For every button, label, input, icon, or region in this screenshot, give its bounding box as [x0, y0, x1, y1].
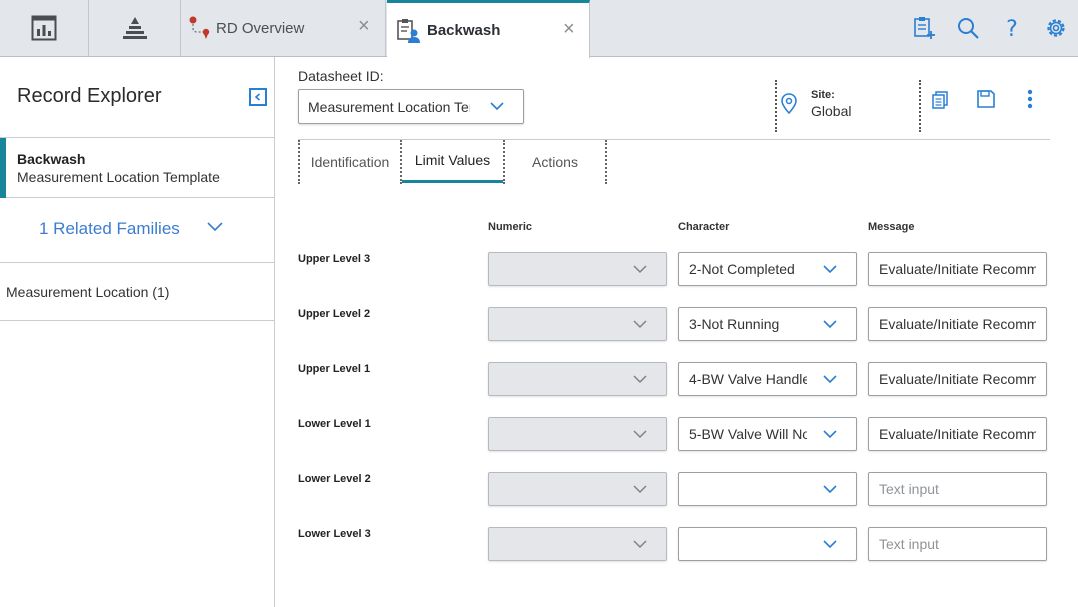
tab-divider [605, 140, 607, 184]
dashboard-icon [31, 15, 57, 41]
route-map-icon [189, 16, 210, 39]
message-input[interactable] [868, 472, 1047, 506]
numeric-select[interactable] [488, 527, 667, 561]
row-label-lower-level-1: Lower Level 1 [298, 418, 371, 430]
save-icon [977, 90, 995, 108]
copy-icon [932, 91, 948, 109]
settings-icon [1047, 19, 1065, 37]
record-family: Measurement Location Template [17, 169, 220, 185]
top-actions: ? [902, 0, 1078, 56]
character-select[interactable]: 3-Not Running [678, 307, 857, 341]
more-vertical-icon [1027, 89, 1033, 109]
character-select[interactable] [678, 527, 857, 561]
column-header-message: Message [868, 221, 915, 233]
character-value: 3-Not Running [689, 316, 780, 332]
chevron-down-icon [490, 102, 504, 111]
message-input[interactable] [868, 252, 1047, 286]
character-select[interactable]: 2-Not Completed [678, 252, 857, 286]
numeric-select[interactable] [488, 252, 667, 286]
search-button[interactable] [946, 0, 990, 56]
svg-text:?: ? [1006, 17, 1018, 40]
dashboard-tab[interactable] [0, 0, 89, 56]
row-label-lower-level-2: Lower Level 2 [298, 473, 371, 485]
datasheet-value: Measurement Location Template [308, 99, 470, 115]
message-input[interactable] [868, 527, 1047, 561]
chevron-down-icon [823, 430, 837, 439]
column-header-numeric: Numeric [488, 221, 533, 233]
divider [919, 80, 921, 132]
row-label-lower-level-3: Lower Level 3 [298, 528, 371, 540]
datasheet-select[interactable]: Measurement Location Template [298, 89, 524, 124]
new-record-icon [914, 17, 935, 39]
help-button[interactable]: ? [990, 0, 1034, 56]
tab-label: RD Overview [216, 19, 305, 37]
character-value: 4-BW Valve Handle [689, 371, 807, 387]
related-families-toggle[interactable]: 1 Related Families [0, 198, 274, 263]
site-label: Site: [811, 89, 835, 101]
site-value: Global [811, 103, 852, 119]
chevron-down-icon [823, 485, 837, 494]
new-record-button[interactable] [902, 0, 946, 56]
close-icon[interactable]: × [563, 19, 575, 39]
numeric-select[interactable] [488, 472, 667, 506]
chevron-down-icon [633, 430, 647, 439]
chevron-down-icon [823, 320, 837, 329]
panel-title: Record Explorer [17, 85, 162, 107]
numeric-select[interactable] [488, 417, 667, 451]
message-input[interactable] [868, 362, 1047, 396]
tab-actions[interactable]: Actions [505, 140, 605, 183]
list-item[interactable]: Measurement Location (1) [0, 263, 274, 321]
character-select[interactable]: 4-BW Valve Handle [678, 362, 857, 396]
hierarchy-icon [123, 17, 147, 39]
column-header-character: Character [678, 221, 730, 233]
selected-record[interactable]: Backwash Measurement Location Template [0, 137, 274, 198]
chevron-down-icon [823, 265, 837, 274]
top-tab-bar: RD Overview × Backwash × ? [0, 0, 1078, 58]
close-icon[interactable]: × [358, 16, 370, 36]
record-explorer-panel: Record Explorer Backwash Measurement Loc… [0, 57, 275, 607]
related-families-label: 1 Related Families [39, 219, 180, 238]
numeric-select[interactable] [488, 307, 667, 341]
row-label-upper-level-1: Upper Level 1 [298, 363, 371, 375]
tab-rd-overview[interactable]: RD Overview × [182, 0, 386, 56]
collapse-panel-button[interactable] [249, 88, 267, 106]
numeric-select[interactable] [488, 362, 667, 396]
tab-backwash[interactable]: Backwash × [387, 0, 590, 58]
tab-identification[interactable]: Identification [300, 140, 400, 183]
chevron-down-icon [633, 265, 647, 274]
list-item-label: Measurement Location (1) [6, 284, 170, 300]
search-icon [958, 18, 979, 39]
chevron-down-icon [633, 375, 647, 384]
save-button[interactable] [975, 88, 997, 110]
divider [775, 80, 777, 132]
chevron-down-icon [633, 485, 647, 494]
settings-button[interactable] [1034, 0, 1078, 56]
record-user-icon [397, 18, 420, 43]
site-icon [779, 92, 799, 116]
character-value: 5-BW Valve Will Not [689, 426, 807, 442]
row-label-upper-level-2: Upper Level 2 [298, 308, 371, 320]
message-input[interactable] [868, 307, 1047, 341]
chevron-down-icon [207, 222, 223, 232]
tab-limit-values[interactable]: Limit Values [402, 140, 503, 183]
chevron-down-icon [823, 375, 837, 384]
message-input[interactable] [868, 417, 1047, 451]
copy-button[interactable] [929, 89, 951, 111]
help-icon: ? [1006, 17, 1018, 40]
more-options-button[interactable] [1021, 88, 1039, 110]
record-name: Backwash [17, 151, 86, 167]
hierarchy-tab[interactable] [90, 0, 181, 56]
character-value: 2-Not Completed [689, 261, 795, 277]
chevron-left-icon [254, 93, 261, 101]
selection-indicator [0, 138, 6, 198]
character-select[interactable] [678, 472, 857, 506]
row-label-upper-level-3: Upper Level 3 [298, 253, 371, 265]
tab-label: Backwash [427, 22, 501, 39]
character-select[interactable]: 5-BW Valve Will Not [678, 417, 857, 451]
chevron-down-icon [823, 540, 837, 549]
chevron-down-icon [633, 320, 647, 329]
chevron-down-icon [633, 540, 647, 549]
datasheet-label: Datasheet ID: [298, 68, 384, 84]
